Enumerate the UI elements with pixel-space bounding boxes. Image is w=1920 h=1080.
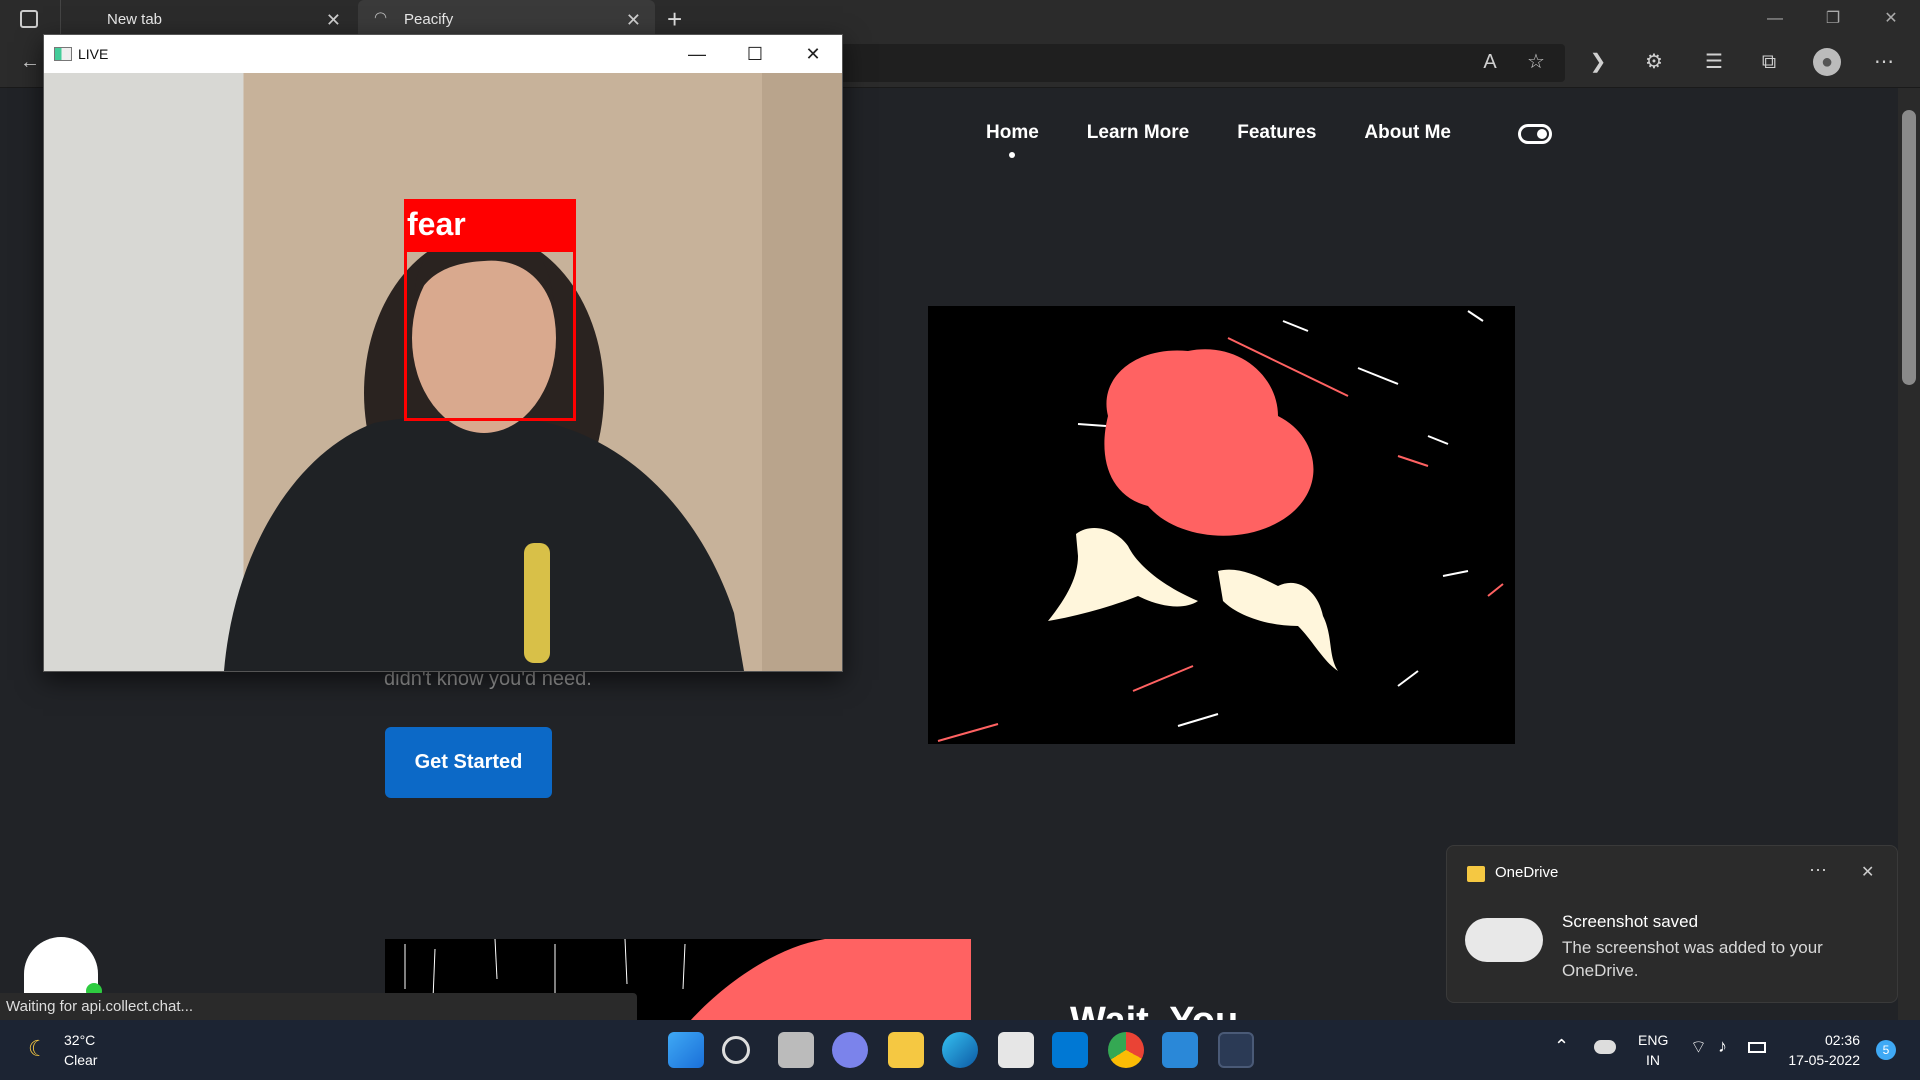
address-bar[interactable]	[840, 44, 1565, 82]
new-tab-button[interactable]: +	[667, 4, 682, 35]
collections-icon[interactable]: ⧉	[1755, 48, 1783, 76]
more-icon[interactable]: ⋯	[1870, 48, 1898, 76]
toast-app-name: OneDrive	[1495, 864, 1559, 881]
live-window-controls: — ☐ ✕	[668, 35, 842, 73]
nav-features[interactable]: Features	[1237, 122, 1316, 144]
toast-more-icon[interactable]: ⋯	[1809, 860, 1827, 881]
scrollbar-thumb[interactable]	[1902, 110, 1916, 385]
tab-bar: New tab ✕ ◠ Peacify ✕ + — ❐ ✕	[0, 0, 1920, 38]
read-aloud-icon[interactable]: A	[1476, 48, 1504, 76]
get-started-button[interactable]: Get Started	[385, 727, 552, 798]
weather-icon: ☾	[28, 1036, 48, 1061]
store-icon[interactable]	[998, 1032, 1034, 1068]
favorites-icon[interactable]: ☰	[1700, 48, 1728, 76]
photos-icon[interactable]	[1162, 1032, 1198, 1068]
close-tab-icon[interactable]: ✕	[626, 10, 641, 31]
show-hidden-icons[interactable]: ⌃	[1554, 1036, 1569, 1057]
status-bar: Waiting for api.collect.chat...	[0, 993, 637, 1020]
cloud-icon	[1465, 918, 1543, 962]
app-icon	[54, 47, 72, 61]
notification-badge[interactable]: 5	[1876, 1040, 1896, 1060]
live-window-title: LIVE	[78, 46, 109, 62]
weather-temp[interactable]: 32°C	[64, 1032, 95, 1048]
face-detection-box	[404, 249, 576, 421]
section-heading: Wait, You	[1070, 1000, 1238, 1020]
theme-toggle[interactable]	[1518, 124, 1552, 144]
toast-body: The screenshot was added to your OneDriv…	[1562, 938, 1823, 980]
minimize-icon[interactable]: —	[1746, 0, 1804, 38]
browser-window-controls: — ❐ ✕	[1746, 0, 1920, 38]
nav-learn-more[interactable]: Learn More	[1087, 122, 1189, 144]
close-icon[interactable]: ✕	[1862, 0, 1920, 38]
back-icon[interactable]: ←	[16, 48, 44, 76]
site-nav: Home Learn More Features About Me	[986, 122, 1451, 158]
teams-chat-icon[interactable]	[832, 1032, 868, 1068]
vscode-icon[interactable]	[1052, 1032, 1088, 1068]
tab-label: New tab	[107, 10, 163, 28]
chrome-icon[interactable]	[1108, 1032, 1144, 1068]
extensions-icon[interactable]: ⚙	[1640, 48, 1668, 76]
nav-home[interactable]: Home	[986, 122, 1039, 158]
onedrive-toast[interactable]: OneDrive ⋯ ✕ Screenshot saved The screen…	[1446, 845, 1898, 1003]
maximize-icon[interactable]: ☐	[726, 35, 784, 73]
close-tab-icon[interactable]: ✕	[326, 10, 341, 31]
wifi-icon[interactable]: ⌔	[1690, 1036, 1707, 1059]
nav-about-me[interactable]: About Me	[1364, 122, 1451, 144]
toast-title: Screenshot saved	[1562, 912, 1699, 931]
task-view-icon[interactable]	[778, 1032, 814, 1068]
python-icon[interactable]	[1218, 1032, 1254, 1068]
search-icon[interactable]	[722, 1036, 750, 1064]
battery-icon[interactable]	[1748, 1042, 1766, 1053]
taskbar: ☾ 32°C Clear ⌃ ENG IN ⌔ ♪ 02:36 17-05-20…	[0, 1020, 1920, 1080]
loading-icon: ◠	[374, 9, 388, 26]
onedrive-tray-icon[interactable]	[1594, 1040, 1616, 1054]
tab-new-tab[interactable]: New tab ✕	[60, 0, 355, 38]
close-icon[interactable]: ✕	[784, 35, 842, 73]
profile-icon[interactable]: ●	[1813, 48, 1841, 76]
clock-time[interactable]: 02:36	[1780, 1032, 1860, 1048]
emotion-label: fear	[404, 199, 576, 249]
toast-close-icon[interactable]: ✕	[1861, 862, 1874, 882]
live-camera-window: LIVE — ☐ ✕ fear	[43, 34, 843, 672]
weather-desc[interactable]: Clear	[64, 1052, 97, 1068]
tab-actions-icon[interactable]	[20, 10, 38, 28]
start-icon[interactable]	[668, 1032, 704, 1068]
file-explorer-icon[interactable]	[888, 1032, 924, 1068]
edge-icon[interactable]	[942, 1032, 978, 1068]
restore-icon[interactable]: ❐	[1804, 0, 1862, 38]
language-line1[interactable]: ENG	[1638, 1032, 1668, 1048]
onedrive-icon	[1467, 866, 1485, 882]
clock-date[interactable]: 17-05-2022	[1780, 1052, 1860, 1068]
forward-extension-icon[interactable]: ❯	[1584, 48, 1612, 76]
language-line2[interactable]: IN	[1638, 1052, 1668, 1068]
tab-peacify[interactable]: ◠ Peacify ✕	[358, 0, 655, 38]
minimize-icon[interactable]: —	[668, 35, 726, 73]
camera-feed: fear	[44, 73, 842, 671]
add-favorite-icon[interactable]: ☆	[1522, 48, 1550, 76]
hero-illustration	[928, 306, 1515, 744]
tab-label: Peacify	[404, 10, 454, 28]
volume-icon[interactable]: ♪	[1718, 1036, 1727, 1057]
